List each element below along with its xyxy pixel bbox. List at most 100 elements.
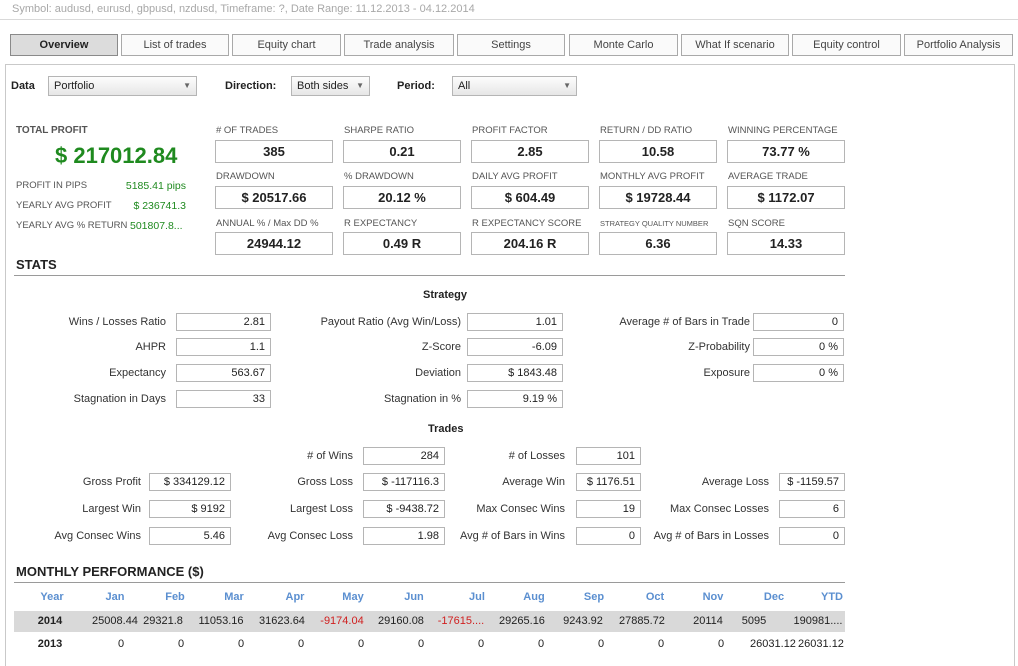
stat-avg-bars-in-trade: 0 [753,313,844,331]
stat-deviation: $ 1843.48 [467,364,563,382]
strategy-title: Strategy [423,289,468,301]
tab-monte-carlo[interactable]: Monte Carlo [569,34,678,56]
month-cell: 0 [237,638,245,650]
tab-equity-chart[interactable]: Equity chart [232,34,341,56]
month-header: Nov [702,591,724,603]
stat-average-loss: $ -1159.57 [779,473,845,491]
stat-label: Largest Loss [290,503,353,515]
metric-label: MONTHLY AVG PROFIT [600,171,705,182]
metric-pct-drawdown: 20.12 % [343,186,461,209]
chevron-down-icon: ▼ [563,81,571,90]
month-cell: 0 [117,638,125,650]
stat-z-probability: 0 % [753,338,844,356]
metric-profit-factor: 2.85 [471,140,589,163]
yearly-avg-profit-label: YEARLY AVG PROFIT [16,200,112,211]
stat-label: Exposure [703,367,750,379]
month-header: Feb [165,591,185,603]
chevron-down-icon: ▼ [356,81,364,90]
metric-label: DRAWDOWN [216,171,275,182]
tab-what-if-scenario[interactable]: What If scenario [681,34,789,56]
stat-label: Max Consec Wins [476,503,565,515]
stat-label: Z-Score [421,341,461,353]
month-cell: 9243.92 [563,615,603,627]
period-select[interactable]: All ▼ [452,76,577,96]
stat-average-win: $ 1176.51 [576,473,641,491]
data-select[interactable]: Portfolio ▼ [48,76,197,96]
tab-trade-analysis[interactable]: Trade analysis [344,34,454,56]
tab-equity-control[interactable]: Equity control [792,34,901,56]
metric-label: SQN SCORE [728,218,786,229]
year-cell: 2013 [37,638,63,650]
stat-exposure: 0 % [753,364,844,382]
metric-label: R EXPECTANCY SCORE [472,218,582,229]
yearly-avg-return-label: YEARLY AVG % RETURN [16,220,128,231]
total-profit-value: $ 217012.84 [55,143,178,168]
month-header: Mar [224,591,244,603]
stat-max-consec-losses: 6 [779,500,845,518]
metric-label: # OF TRADES [216,125,279,136]
tab-settings[interactable]: Settings [457,34,565,56]
trades-title: Trades [428,423,464,435]
month-cell: 0 [477,638,485,650]
month-cell: 5095 [741,615,767,627]
metric-label: AVERAGE TRADE [728,171,808,182]
stat-wins-losses-ratio: 2.81 [176,313,271,331]
total-profit-label: TOTAL PROFIT [16,125,88,136]
stat-label: Stagnation in % [383,393,461,405]
data-label: Data [11,80,35,92]
month-cell: 0 [357,638,365,650]
stat-label: Wins / Losses Ratio [68,316,166,328]
top-divider [0,19,1018,20]
metric-label: SHARPE RATIO [344,125,415,136]
stat-largest-win: $ 9192 [149,500,231,518]
month-cell: 0 [297,638,305,650]
month-cell: 0 [177,638,185,650]
stat-label: Avg # of Bars in Losses [653,530,769,542]
period-label: Period: [397,80,435,92]
stat-label: Expectancy [109,367,166,379]
metric-label: % DRAWDOWN [344,171,414,182]
stat-label: Average Loss [701,476,769,488]
direction-select[interactable]: Both sides ▼ [291,76,370,96]
tab-portfolio-analysis[interactable]: Portfolio Analysis [904,34,1013,56]
stat-label: Avg Consec Loss [267,530,353,542]
stat-label: Z-Probability [688,341,750,353]
month-header: Sep [583,591,605,603]
yearly-avg-profit-value: $ 236741.3 [133,200,186,212]
month-header: Jan [105,591,125,603]
month-cell: 0 [537,638,545,650]
stat-ahpr: 1.1 [176,338,271,356]
month-cell: 29265.16 [499,615,545,627]
month-cell: 0 [417,638,425,650]
stat-gross-loss: $ -117116.3 [363,473,445,491]
profit-in-pips-value: 5185.41 pips [125,180,186,192]
stat-label: Max Consec Losses [669,503,769,515]
metric-sqn-score: 14.33 [727,232,845,255]
stat-payout-ratio: 1.01 [467,313,563,331]
metric-label: DAILY AVG PROFIT [472,171,558,182]
stat-num-losses: 101 [576,447,641,465]
stat-label: Gross Loss [297,476,353,488]
report-info: Symbol: audusd, eurusd, gbpusd, nzdusd, … [12,3,475,15]
metric-label: ANNUAL % / Max DD % [216,218,319,229]
stats-divider [14,275,845,276]
metric-label: R EXPECTANCY [344,218,418,229]
tab-list-of-trades[interactable]: List of trades [121,34,229,56]
month-cell: 26031.12 [798,638,844,650]
metric-strategy-quality: 6.36 [599,232,717,255]
metric-label: WINNING PERCENTAGE [728,125,838,136]
metric-daily-avg-profit: $ 604.49 [471,186,589,209]
stat-avg-consec-wins: 5.46 [149,527,231,545]
metric-r-expectancy-score: 204.16 R [471,232,589,255]
stat-stagnation-days: 33 [176,390,271,408]
stat-label: Stagnation in Days [73,393,166,405]
stat-label: # of Wins [307,450,353,462]
stat-label: AHPR [135,341,166,353]
tab-overview[interactable]: Overview [10,34,118,56]
metric-label: PROFIT FACTOR [472,125,548,136]
stat-z-score: -6.09 [467,338,563,356]
month-cell: 29160.08 [378,615,424,627]
stat-label: Avg Consec Wins [54,530,141,542]
metric-trades-count: 385 [215,140,333,163]
stat-avg-bars-wins: 0 [576,527,641,545]
